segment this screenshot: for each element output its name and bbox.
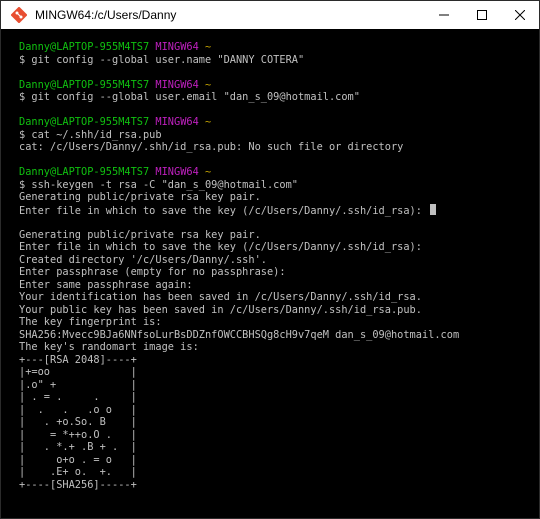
randomart-line: +---[RSA 2048]----+ [19,353,137,366]
output-line: Enter file in which to save the key (/c/… [19,241,422,253]
text-cursor [430,203,437,215]
mingw-git-icon [11,7,27,23]
command-line: $ cat ~/.shh/id_rsa.pub [19,128,162,141]
prompt-env: MINGW64 [155,166,199,178]
output-line: Created directory '/c/Users/Danny/.ssh'. [19,253,267,266]
randomart-line: | . . .o o | [19,403,137,416]
terminal-window: MINGW64:/c/Users/Danny Danny@LAPTOP-955M… [0,0,540,519]
prompt-env: MINGW64 [155,116,199,128]
command-line: $ git config --global user.email "dan_s_… [19,91,360,103]
randomart-line: | . *.+ .B + . | [19,441,137,453]
prompt-path: ~ [205,41,212,53]
randomart-line: | . = . . | [19,391,137,403]
window-controls [425,1,539,29]
output-line: Enter passphrase (empty for no passphras… [19,266,286,278]
randomart-line: |.o" + | [19,378,137,391]
prompt-path: ~ [205,166,212,178]
prompt-line: Danny@LAPTOP-955M4TS7 MINGW64 ~ [19,79,529,92]
randomart-line: | o+o . = o | [19,453,137,466]
minimize-icon [439,14,449,16]
title-bar[interactable]: MINGW64:/c/Users/Danny [1,1,539,29]
output-line: SHA256:Mvecc9BJa6NNfsoLurBsDDZnfOWCCBHSQ… [19,328,460,341]
prompt-user: Danny@LAPTOP-955M4TS7 [19,166,150,178]
maximize-button[interactable] [463,1,501,29]
prompt-line: Danny@LAPTOP-955M4TS7 MINGW64 ~ [19,41,529,54]
input-prompt-text: Enter file in which to save the key (/c/… [19,204,429,217]
command-line: $ ssh-keygen -t rsa -C "dan_s_09@hotmail… [19,178,298,191]
output-line: Generating public/private rsa key pair. [19,191,261,203]
command-line: $ git config --global user.name "DANNY C… [19,53,305,66]
prompt-line: Danny@LAPTOP-955M4TS7 MINGW64 ~ [19,166,529,179]
output-line: Your identification has been saved in /c… [19,291,422,303]
close-icon [515,10,525,20]
prompt-path: ~ [205,116,212,128]
output-line: The key's randomart image is: [19,341,199,353]
output-line: cat: /c/Users/Danny/.shh/id_rsa.pub: No … [19,141,404,153]
output-line: Your public key has been saved in /c/Use… [19,303,422,316]
output-line: Generating public/private rsa key pair. [19,228,261,241]
maximize-icon [477,10,487,20]
randomart-line: | .E+ o. +. | [19,466,137,478]
window-title: MINGW64:/c/Users/Danny [35,8,177,22]
prompt-path: ~ [205,78,212,91]
minimize-button[interactable] [425,1,463,29]
randomart-line: |+=oo | [19,366,137,378]
randomart-line: | = *++o.O . | [19,428,137,441]
close-button[interactable] [501,1,539,29]
prompt-env: MINGW64 [155,78,199,91]
prompt-user: Danny@LAPTOP-955M4TS7 [19,116,150,128]
output-line: The key fingerprint is: [19,316,162,328]
prompt-env: MINGW64 [155,41,199,53]
randomart-line: | . +o.So. B | [19,416,137,428]
prompt-user: Danny@LAPTOP-955M4TS7 [19,41,150,53]
prompt-user: Danny@LAPTOP-955M4TS7 [19,78,150,91]
prompt-line: Danny@LAPTOP-955M4TS7 MINGW64 ~ [19,116,529,129]
output-line: Enter file in which to save the key (/c/… [19,203,529,217]
output-line: Enter same passphrase again: [19,278,193,291]
terminal-output[interactable]: Danny@LAPTOP-955M4TS7 MINGW64 ~ $ git co… [19,41,529,518]
randomart-line: +----[SHA256]-----+ [19,478,137,491]
